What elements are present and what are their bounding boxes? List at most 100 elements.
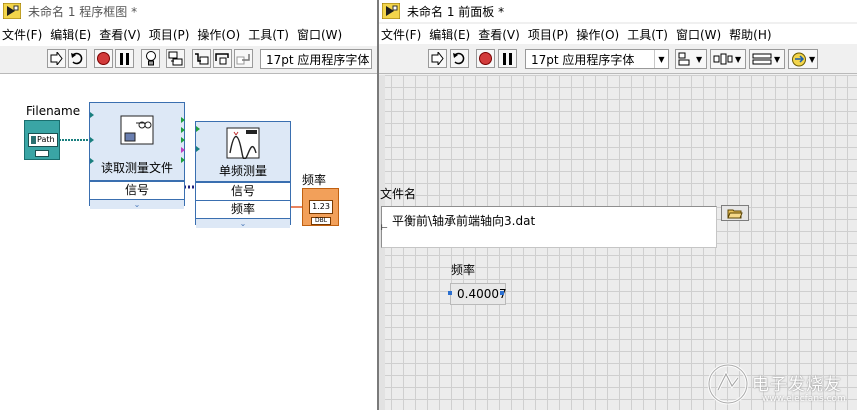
selection-handle-left[interactable] <box>448 291 452 295</box>
freq-numeric-indicator[interactable]: 0.40007 <box>450 283 507 305</box>
menu-file[interactable]: 文件(F) <box>381 26 429 43</box>
menu-window[interactable]: 窗口(W) <box>297 26 350 43</box>
front-panel-window: 未命名 1 前面板 * 文件(F) 编辑(E) 查看(V) 项目(P) 操作(O… <box>379 0 857 410</box>
menu-operate[interactable]: 操作(O) <box>576 26 627 43</box>
align-objects-icon <box>678 52 690 66</box>
font-select[interactable]: 17pt 应用程序字体 <box>260 49 372 69</box>
run-button[interactable] <box>428 49 447 68</box>
step-over-icon <box>215 53 229 65</box>
run-continuously-icon <box>453 52 465 65</box>
menu-project[interactable]: 项目(P) <box>528 26 577 43</box>
block-diagram-toolbar: 17pt 应用程序字体 <box>0 46 377 74</box>
menu-file[interactable]: 文件(F) <box>2 26 50 43</box>
filename-terminal-label: Filename <box>26 104 81 118</box>
align-objects-button[interactable]: ▼ <box>675 49 707 69</box>
path-control-value: 平衡前\轴承前端轴向3.dat <box>392 214 536 228</box>
watermark-logo-icon <box>707 363 749 405</box>
block-diagram-window: 未命名 1 程序框图 * 文件(F) 编辑(E) 查看(V) 项目(P) 操作(… <box>0 0 377 410</box>
folder-open-icon <box>727 209 743 218</box>
menu-tools[interactable]: 工具(T) <box>248 26 297 43</box>
tone-frequency-output[interactable]: 频率 <box>196 200 290 218</box>
path-tick-icon: ⊢ <box>381 223 388 232</box>
path-control-label: 文件名 <box>380 187 417 201</box>
pause-button[interactable] <box>498 49 517 68</box>
menu-help[interactable]: 帮助(H) <box>729 26 779 43</box>
resize-objects-button[interactable]: ▼ <box>749 49 785 69</box>
abort-button[interactable] <box>476 49 495 68</box>
watermark-url: www.elecfans.com <box>762 394 846 404</box>
freq-terminal-text: 1.23 <box>309 200 333 214</box>
front-panel-titlebar[interactable]: 未命名 1 前面板 * <box>379 0 857 22</box>
pause-button[interactable] <box>115 49 134 68</box>
menu-window[interactable]: 窗口(W) <box>676 26 729 43</box>
path-control-input[interactable]: 平衡前\轴承前端轴向3.dat <box>381 206 717 248</box>
browse-button[interactable] <box>721 205 749 221</box>
tone-terminal-markers <box>196 126 200 152</box>
abort-button[interactable] <box>94 49 113 68</box>
read-file-signal-output[interactable]: 信号 <box>90 181 184 199</box>
read-measurement-file-vi[interactable]: 读取测量文件 信号 ⌄ <box>89 102 185 209</box>
block-diagram-menubar: 文件(F) 编辑(E) 查看(V) 项目(P) 操作(O) 工具(T) 窗口(W… <box>0 24 377 44</box>
distribute-objects-button[interactable]: ▼ <box>710 49 746 69</box>
front-panel-canvas[interactable]: 文件名 平衡前\轴承前端轴向3.dat ⊢ 频率 0.40007 电子发烧友 w… <box>379 75 857 410</box>
abort-stop-icon <box>97 52 110 65</box>
run-continuously-button[interactable] <box>450 49 469 68</box>
lightbulb-icon <box>145 51 156 66</box>
run-arrow-icon <box>431 52 444 65</box>
chevron-down-icon: ▼ <box>774 54 781 64</box>
highlight-execution-button[interactable] <box>141 49 160 68</box>
block-diagram-canvas[interactable]: Filename Path 读取测量文件 信号 ⌄ 单频测量 信号 频率 ⌄ 频… <box>0 75 377 410</box>
retain-wire-values-button[interactable] <box>166 49 185 68</box>
resize-objects-icon <box>752 53 772 65</box>
step-over-button[interactable] <box>213 49 232 68</box>
block-diagram-title: 未命名 1 程序框图 * <box>28 4 138 19</box>
tone-signal-input[interactable]: 信号 <box>196 182 290 200</box>
step-into-button[interactable] <box>192 49 211 68</box>
front-panel-title: 未命名 1 前面板 * <box>407 4 505 19</box>
reorder-button[interactable]: ▼ <box>788 49 818 69</box>
selection-handle-right[interactable] <box>500 291 504 295</box>
menu-edit[interactable]: 编辑(E) <box>429 26 478 43</box>
front-panel-menubar: 文件(F) 编辑(E) 查看(V) 项目(P) 操作(O) 工具(T) 窗口(W… <box>379 24 857 44</box>
run-button[interactable] <box>47 49 66 68</box>
chevron-down-icon: ▼ <box>654 50 668 68</box>
chevron-down-icon: ▼ <box>735 54 742 64</box>
step-out-button[interactable] <box>234 49 253 68</box>
labview-panel-icon <box>382 3 400 19</box>
chevron-down-icon: ▼ <box>809 54 816 64</box>
reorder-icon <box>792 52 806 66</box>
run-continuously-button[interactable] <box>68 49 87 68</box>
path-glyph-icon <box>31 136 36 144</box>
menu-project[interactable]: 项目(P) <box>149 26 198 43</box>
font-select[interactable]: 17pt 应用程序字体 ▼ <box>525 49 669 69</box>
pause-icon <box>120 52 129 65</box>
read-file-expand-chevron[interactable]: ⌄ <box>90 199 184 209</box>
dbl-type-badge: DBL <box>311 217 331 225</box>
watermark-text: 电子发烧友 <box>752 375 842 395</box>
labview-diagram-icon <box>3 3 21 19</box>
menu-view[interactable]: 查看(V) <box>478 26 528 43</box>
tone-expand-chevron[interactable]: ⌄ <box>196 218 290 228</box>
step-into-icon <box>195 53 209 65</box>
path-type-icon <box>35 150 49 157</box>
menu-tools[interactable]: 工具(T) <box>627 26 676 43</box>
menu-operate[interactable]: 操作(O) <box>197 26 248 43</box>
menu-view[interactable]: 查看(V) <box>99 26 149 43</box>
distribute-objects-icon <box>713 53 733 65</box>
block-diagram-titlebar[interactable]: 未命名 1 程序框图 * <box>0 0 377 22</box>
watermark: 电子发烧友 www.elecfans.com <box>706 362 856 410</box>
font-select-value: 17pt 应用程序字体 <box>531 52 635 67</box>
chevron-down-icon: ▼ <box>696 54 703 64</box>
front-panel-toolbar: 17pt 应用程序字体 ▼ ▼ ▼ ▼ ▼ <box>379 46 857 74</box>
freq-indicator-label: 频率 <box>451 263 476 277</box>
font-select-value: 17pt 应用程序字体 <box>266 52 370 67</box>
menu-edit[interactable]: 编辑(E) <box>50 26 99 43</box>
filename-path-terminal[interactable]: Path <box>24 120 60 160</box>
freq-indicator-terminal[interactable]: 1.23 DBL <box>302 188 339 226</box>
tone-measurement-vi[interactable]: 单频测量 信号 频率 ⌄ <box>195 121 291 228</box>
run-arrow-icon <box>50 52 63 65</box>
freq-terminal-label: 频率 <box>302 173 327 187</box>
retain-wire-values-icon <box>168 51 183 66</box>
read-file-terminal-markers <box>90 112 185 164</box>
abort-stop-icon <box>479 52 492 65</box>
